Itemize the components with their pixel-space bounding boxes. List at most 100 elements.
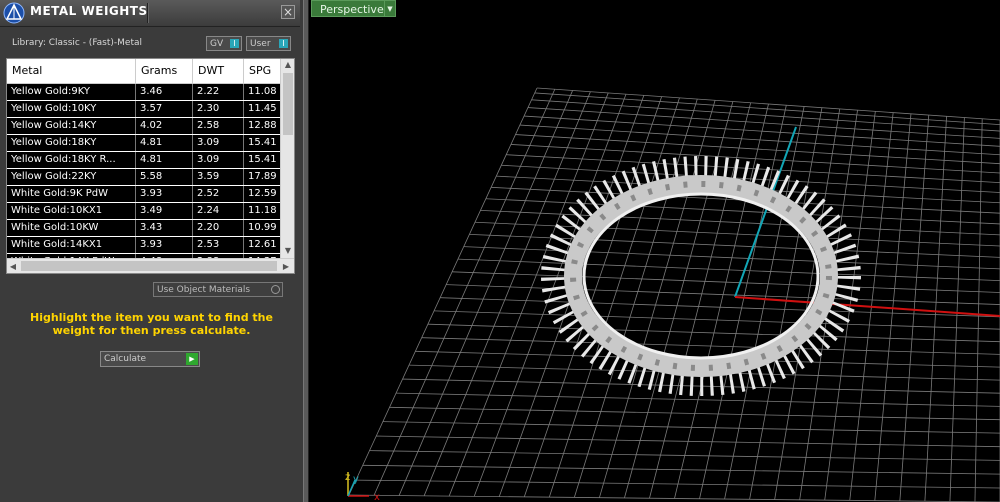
cell-dwt: 2.24	[193, 203, 244, 219]
scroll-right-icon[interactable]: ▶	[280, 259, 292, 273]
scroll-down-icon[interactable]: ▼	[281, 245, 294, 257]
column-header-spg[interactable]: SPG	[244, 59, 280, 83]
user-toggle-indicator-icon: I	[279, 39, 288, 48]
use-object-materials-label: Use Object Materials	[157, 285, 251, 295]
gv-toggle[interactable]: GV I	[206, 36, 242, 51]
grid-line	[373, 89, 556, 496]
cell-dwt: 2.22	[193, 84, 244, 100]
grid-line	[376, 435, 1000, 448]
cell-grams: 3.43	[136, 220, 193, 236]
user-toggle[interactable]: User I	[246, 36, 291, 51]
viewport-dropdown-icon[interactable]: ▼	[384, 0, 396, 17]
cell-spg: 17.89	[248, 171, 277, 182]
use-object-materials-option[interactable]: Use Object Materials	[153, 282, 283, 297]
grid-line	[485, 198, 1000, 225]
grid-line	[389, 406, 1000, 421]
viewport-label[interactable]: Perspective	[311, 0, 393, 17]
column-header-grams[interactable]: Grams	[136, 59, 193, 83]
titlebar-divider	[147, 3, 149, 23]
cell-grams: 4.81	[136, 135, 193, 151]
grid-line	[899, 115, 930, 501]
horizontal-scroll-thumb[interactable]	[21, 261, 277, 271]
instruction-text: Highlight the item you want to find the …	[30, 311, 273, 337]
scroll-up-icon[interactable]: ▲	[281, 59, 294, 71]
gv-toggle-label: GV	[210, 39, 224, 49]
ground-grid	[348, 87, 1000, 502]
grid-line	[674, 103, 769, 499]
calculate-button[interactable]: Calculate ▶	[100, 351, 200, 367]
cell-spg: 12.59	[248, 188, 277, 199]
grid-line	[396, 392, 1000, 407]
axis-triad-icon: z y x	[345, 472, 380, 502]
scroll-left-icon[interactable]: ◀	[7, 259, 19, 273]
table-body: Yellow Gold:9KY 3.46 2.22 11.08 Yellow Gold:…	[7, 84, 280, 271]
vertical-scroll-thumb[interactable]	[283, 73, 293, 135]
grid-line	[599, 100, 716, 498]
cell-spg: 11.45	[248, 103, 277, 114]
triad-z-label: z	[345, 472, 350, 483]
cell-metal: White Gold:9K PdW	[7, 186, 136, 202]
cell-grams: 3.49	[136, 203, 193, 219]
radio-icon[interactable]	[271, 285, 280, 294]
table-row[interactable]: Yellow Gold:10KY 3.57 2.30 11.45	[7, 101, 280, 118]
cell-metal: White Gold:10KW	[7, 220, 136, 236]
grid-line	[348, 87, 538, 496]
cell-dwt: 3.09	[193, 152, 244, 168]
close-button[interactable]: ×	[281, 5, 295, 19]
cell-spg: 10.99	[248, 222, 277, 233]
cell-metal: White Gold:14KX1	[7, 237, 136, 253]
grid-line	[480, 209, 1000, 236]
table-row[interactable]: Yellow Gold:22KY 5.58 3.59 17.89	[7, 169, 280, 186]
cell-spg: 12.61	[248, 239, 277, 250]
cell-dwt: 2.53	[193, 237, 244, 253]
cell-metal: White Gold:10KX1	[7, 203, 136, 219]
cell-dwt: 2.20	[193, 220, 244, 236]
viewport-canvas[interactable]: z y x	[309, 0, 1000, 502]
grid-line	[382, 421, 1000, 434]
table-row[interactable]: Yellow Gold:18KY 4.81 3.09 15.41	[7, 135, 280, 152]
table-row[interactable]: White Gold:10KW 3.43 2.20 10.99	[7, 220, 280, 237]
grid-line	[473, 94, 627, 497]
cell-spg: 11.18	[248, 205, 277, 216]
gv-toggle-indicator-icon: I	[230, 39, 239, 48]
cell-grams: 3.93	[136, 186, 193, 202]
cell-metal: Yellow Gold:18KY	[7, 135, 136, 151]
grid-line	[452, 271, 1000, 293]
grid-line	[534, 92, 1000, 126]
grid-line	[446, 284, 1000, 305]
cell-grams: 4.81	[136, 152, 193, 168]
panel-titlebar: METAL WEIGHTS ×	[0, 0, 300, 27]
cell-grams: 3.46	[136, 84, 193, 100]
grid-line	[699, 105, 787, 499]
cell-metal: Yellow Gold:10KY	[7, 101, 136, 117]
grid-line	[924, 116, 947, 502]
horizontal-scrollbar[interactable]: ◀ ▶	[7, 258, 294, 273]
triad-x-label: x	[374, 492, 380, 502]
grid-line	[457, 258, 1000, 282]
user-toggle-label: User	[250, 39, 271, 49]
table-row[interactable]: Yellow Gold:9KY 3.46 2.22 11.08	[7, 84, 280, 101]
cell-grams: 5.58	[136, 169, 193, 185]
grid-line	[398, 90, 573, 496]
perspective-viewport[interactable]: z y x Perspective ▼	[309, 0, 1000, 502]
cell-grams: 3.57	[136, 101, 193, 117]
cell-metal: Yellow Gold:22KY	[7, 169, 136, 185]
grid-line	[527, 107, 1000, 139]
table-row[interactable]: Yellow Gold:18KY R... 4.81 3.09 15.41	[7, 152, 280, 169]
vertical-scrollbar[interactable]: ▲ ▼	[280, 59, 294, 258]
table-row[interactable]: White Gold:10KX1 3.49 2.24 11.18	[7, 203, 280, 220]
grid-line	[949, 117, 965, 502]
column-header-metal[interactable]: Metal	[7, 59, 136, 83]
cell-spg: 12.88	[248, 120, 277, 131]
cell-spg: 15.41	[248, 154, 277, 165]
table-row[interactable]: White Gold:14KX1 3.93 2.53 12.61	[7, 237, 280, 254]
cell-dwt: 2.58	[193, 118, 244, 134]
table-row[interactable]: White Gold:9K PdW 3.93 2.52 12.59	[7, 186, 280, 203]
column-header-dwt[interactable]: DWT	[193, 59, 244, 83]
grid-line	[536, 87, 1000, 121]
table-row[interactable]: Yellow Gold:14KY 4.02 2.58 12.88	[7, 118, 280, 135]
cell-metal: Yellow Gold:18KY R...	[7, 152, 136, 168]
cell-spg: 11.08	[248, 86, 277, 97]
grid-line	[474, 221, 1000, 247]
metal-weights-panel: METAL WEIGHTS × Library: Classic - (Fast…	[0, 0, 303, 502]
